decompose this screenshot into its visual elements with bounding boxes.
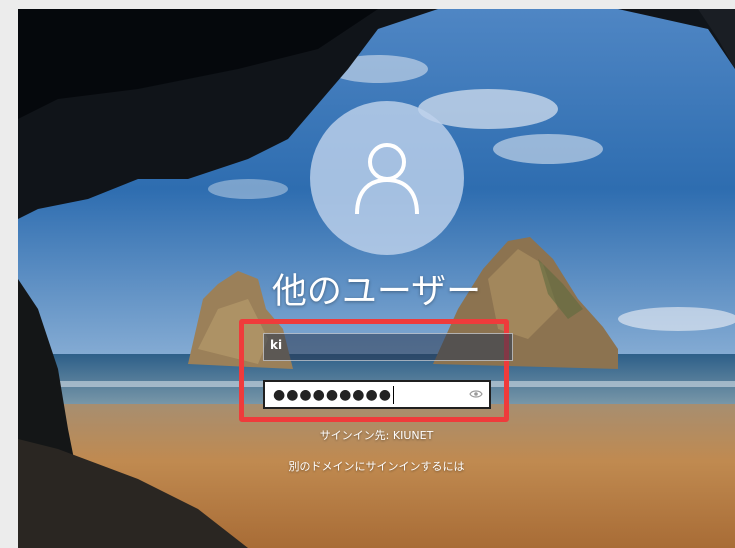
eye-icon[interactable] (469, 388, 483, 402)
sign-in-target: サインイン先: KIUNET (319, 429, 434, 442)
username-input[interactable]: ki (263, 333, 513, 361)
password-mask: ●●●●●●●●● (273, 386, 392, 403)
user-avatar (310, 101, 464, 255)
password-input[interactable]: ●●●●●●●●● (263, 380, 491, 409)
lock-screen: 他のユーザー ki ●●●●●●●●● サインイン先: KIUNET 別のドメイ… (18, 9, 735, 548)
username-value: ki (270, 338, 283, 352)
user-name-label: 他のユーザー (271, 272, 482, 312)
text-caret (392, 385, 394, 404)
user-icon (355, 143, 419, 215)
other-domain-link[interactable]: 別のドメインにサインインするには (18, 458, 735, 474)
